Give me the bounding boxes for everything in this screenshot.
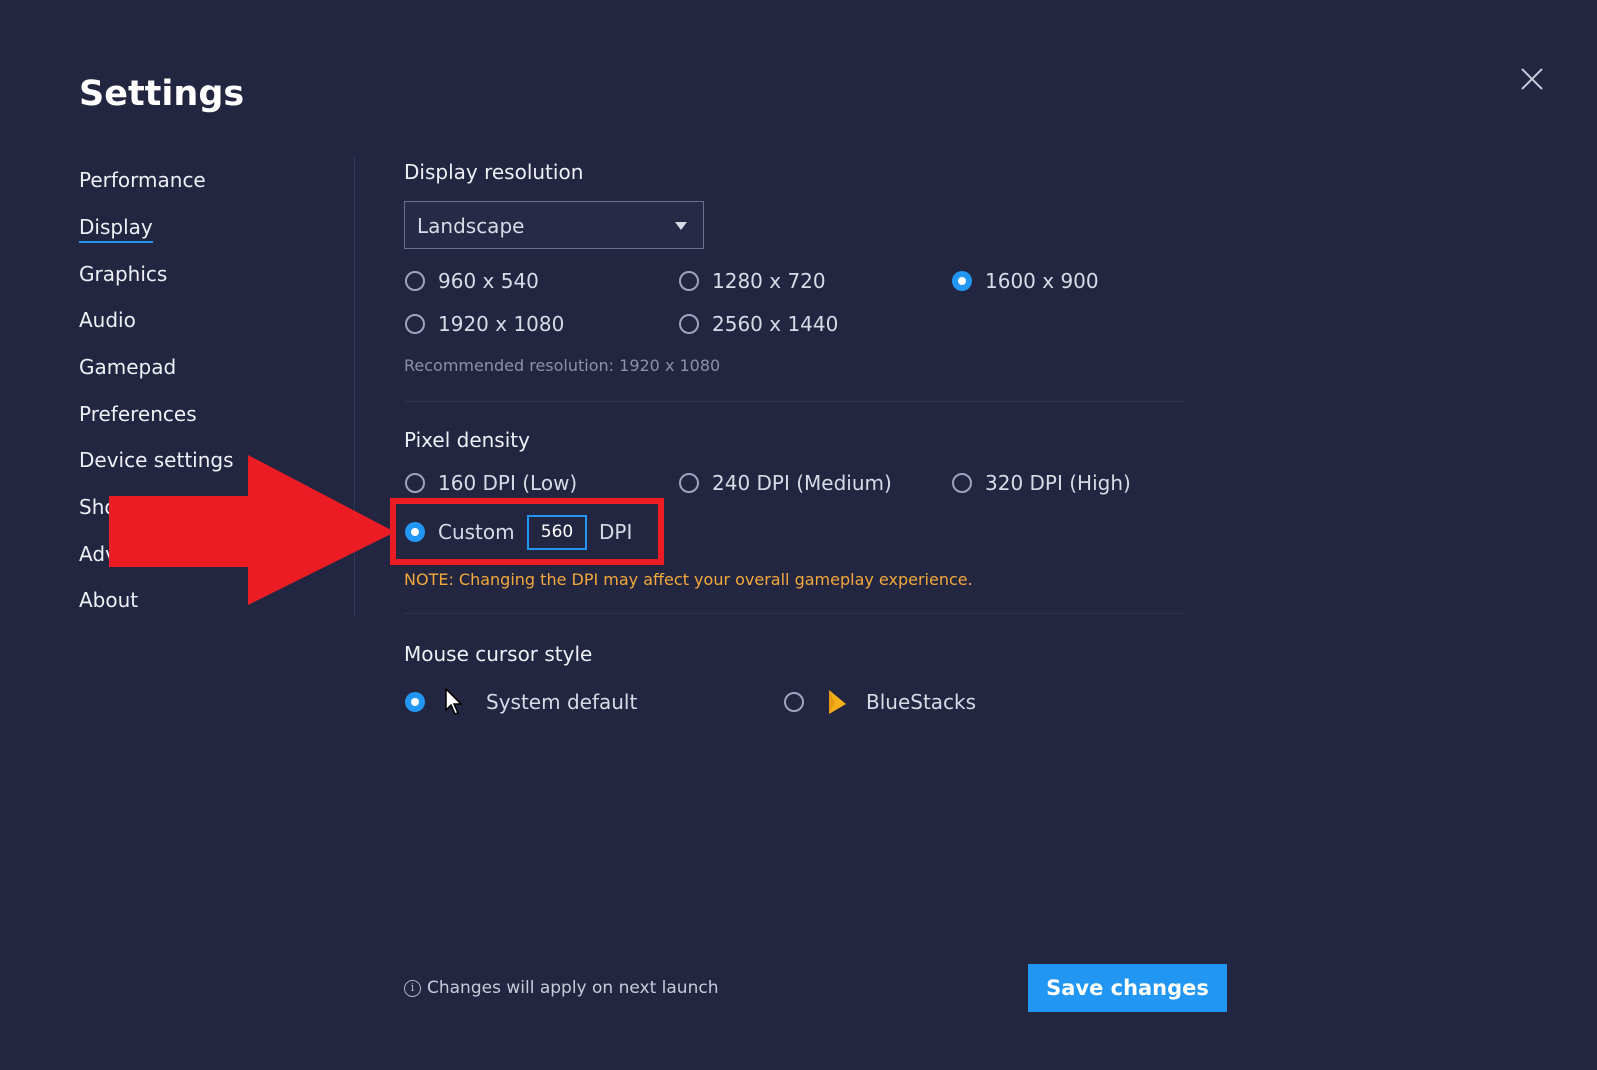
radio-icon bbox=[679, 314, 699, 334]
dpi-label: 160 DPI (Low) bbox=[438, 471, 578, 495]
resolution-label: 1280 x 720 bbox=[712, 269, 826, 293]
recommended-resolution: Recommended resolution: 1920 x 1080 bbox=[404, 356, 721, 375]
sidebar-item-performance[interactable]: Performance bbox=[79, 168, 206, 192]
section-divider bbox=[404, 401, 1184, 402]
sidebar-item-graphics[interactable]: Graphics bbox=[79, 262, 167, 286]
settings-title: Settings bbox=[79, 74, 245, 114]
dpi-option-320[interactable]: 320 DPI (High) bbox=[952, 470, 1131, 496]
resolution-label: 2560 x 1440 bbox=[712, 312, 839, 336]
dpi-option-240[interactable]: 240 DPI (Medium) bbox=[679, 470, 892, 496]
resolution-option-1280x720[interactable]: 1280 x 720 bbox=[679, 268, 826, 294]
radio-icon bbox=[784, 692, 804, 712]
radio-icon bbox=[679, 473, 699, 493]
sidebar-item-preferences[interactable]: Preferences bbox=[79, 402, 197, 426]
cursor-label: System default bbox=[486, 690, 638, 714]
dpi-warning-note: NOTE: Changing the DPI may affect your o… bbox=[404, 570, 973, 589]
red-highlight-box bbox=[390, 498, 664, 565]
pixel-density-heading: Pixel density bbox=[404, 428, 530, 452]
mouse-cursor-heading: Mouse cursor style bbox=[404, 642, 593, 666]
sidebar-item-audio[interactable]: Audio bbox=[79, 308, 136, 332]
section-divider bbox=[404, 613, 1184, 614]
close-icon[interactable] bbox=[1519, 66, 1545, 92]
info-icon: i bbox=[404, 979, 421, 997]
save-changes-button[interactable]: Save changes bbox=[1028, 964, 1227, 1012]
cursor-label: BlueStacks bbox=[866, 690, 977, 714]
sidebar-item-display[interactable]: Display bbox=[79, 215, 153, 243]
dpi-label: 240 DPI (Medium) bbox=[712, 471, 892, 495]
red-arrow-annotation bbox=[109, 455, 395, 605]
radio-icon bbox=[679, 271, 699, 291]
resolution-option-1920x1080[interactable]: 1920 x 1080 bbox=[405, 311, 564, 337]
radio-icon bbox=[405, 271, 425, 291]
resolution-option-1600x900[interactable]: 1600 x 900 bbox=[952, 268, 1099, 294]
display-resolution-heading: Display resolution bbox=[404, 160, 584, 184]
resolution-option-960x540[interactable]: 960 x 540 bbox=[405, 268, 539, 294]
radio-selected-icon bbox=[405, 692, 425, 712]
resolution-option-2560x1440[interactable]: 2560 x 1440 bbox=[679, 311, 838, 337]
resolution-label: 1600 x 900 bbox=[985, 269, 1099, 293]
chevron-down-icon bbox=[675, 222, 687, 230]
cursor-option-system-default[interactable]: System default bbox=[405, 688, 638, 715]
cursor-option-bluestacks[interactable]: BlueStacks bbox=[784, 689, 976, 715]
orientation-dropdown[interactable]: Landscape bbox=[404, 201, 704, 249]
resolution-label: 960 x 540 bbox=[438, 269, 539, 293]
resolution-label: 1920 x 1080 bbox=[438, 312, 565, 336]
bluestacks-cursor-icon bbox=[829, 690, 846, 714]
radio-icon bbox=[405, 473, 425, 493]
dpi-label: 320 DPI (High) bbox=[985, 471, 1131, 495]
radio-selected-icon bbox=[952, 271, 972, 291]
radio-icon bbox=[952, 473, 972, 493]
footer-info-text: Changes will apply on next launch bbox=[427, 978, 719, 998]
sidebar-item-gamepad[interactable]: Gamepad bbox=[79, 355, 176, 379]
footer-info: i Changes will apply on next launch bbox=[404, 978, 718, 998]
orientation-value: Landscape bbox=[417, 214, 525, 238]
arrow-cursor-icon bbox=[445, 688, 463, 715]
dpi-option-160[interactable]: 160 DPI (Low) bbox=[405, 470, 577, 496]
radio-icon bbox=[405, 314, 425, 334]
